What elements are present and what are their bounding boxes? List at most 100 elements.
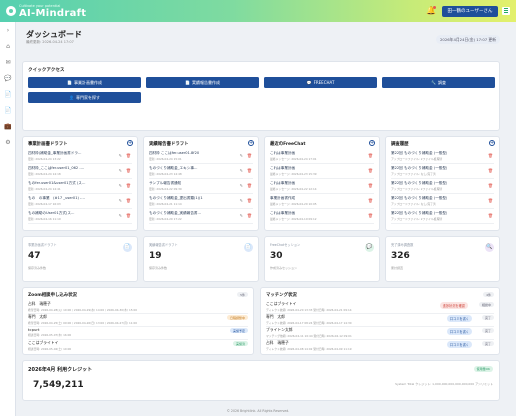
stat-report-drafts[interactable]: 実績報告書ドラフト 19 保存済み件数 📄 (143, 236, 259, 282)
write-review-button[interactable]: 口コミを書く (446, 341, 472, 348)
delete-icon[interactable]: 🗑 (488, 168, 493, 173)
item-sub: アップロードファイル: 2ファイル処理済 (391, 157, 443, 161)
edit-icon[interactable]: ✎ (119, 183, 122, 188)
list-item[interactable]: 第22回 ものづくり補助金 (一般型) アップロードファイル: なし/完了済 🗑 (391, 165, 494, 179)
list-item[interactable]: もの の事業 (#17 _user01) -… 更新: 2026-04-17 16… (28, 195, 132, 209)
delete-icon[interactable]: 🗑 (126, 153, 131, 158)
delete-icon[interactable]: 🗑 (126, 198, 131, 203)
list-item[interactable]: 占科 瑞穂子 希望日時: 2026-04-28(火) 10:00 / 2026-0… (28, 301, 248, 314)
list-item[interactable]: 四材枠_ここはfer.user01_062 -… 更新: 2026-04-24 1… (28, 165, 132, 179)
user-icon: 👤 (69, 95, 74, 100)
delete-icon[interactable]: 🗑 (368, 168, 373, 173)
delete-icon[interactable]: 🗑 (126, 183, 131, 188)
delete-icon[interactable]: 🗑 (368, 153, 373, 158)
add-icon[interactable]: + (248, 140, 254, 146)
item-title: これは事業計画 (270, 166, 296, 170)
stat-research[interactable]: 完了済み調査数 326 累計調査 🔍 (385, 236, 500, 282)
delete-icon[interactable]: 🗑 (488, 198, 493, 203)
edit-icon[interactable]: ✎ (119, 213, 122, 218)
logo[interactable]: Cultivate your potential AI-Mindraft (6, 4, 86, 19)
list-item[interactable]: 専門 太郎 ディレクト依頼: 2026-04-17 08:24 受付日時: 202… (266, 314, 494, 327)
delete-icon[interactable]: 🗑 (247, 168, 252, 173)
edit-icon[interactable]: ✎ (240, 198, 243, 203)
delete-icon[interactable]: 🗑 (368, 183, 373, 188)
list-item[interactable]: 第22回 ものづくり補助金 (一般型) アップロードファイル: 2ファイル処理済 🗑 (391, 150, 494, 164)
user-menu-button[interactable]: 田一鶴のユーザーさん (442, 5, 498, 17)
add-icon[interactable]: + (369, 140, 375, 146)
list-item[interactable]: ものfer.user01&user01方式 (ス… 更新: 2026-04-24 … (28, 180, 132, 194)
item-sub: 最終メッセージ: 2026-04-20 10:05 (270, 202, 317, 206)
list-item[interactable]: 事業計画書作成 最終メッセージ: 2026-04-20 10:05 🗑 (270, 195, 374, 209)
write-review-button[interactable]: 口コミを書く (446, 328, 472, 335)
add-icon[interactable]: + (489, 140, 495, 146)
item-sub: アップロードファイル: 2ファイル処理済 (391, 217, 443, 221)
edit-icon[interactable]: ✎ (119, 198, 122, 203)
list-item[interactable]: これは事業計画 最終メッセージ: 2026-04-22 12:14 🗑 (270, 180, 374, 194)
list-item[interactable]: 四材枠 ここはfer.user01.8f20 更新: 2026-04-24 15:… (149, 150, 253, 164)
home-icon[interactable]: ⌂ (0, 38, 16, 54)
list-item[interactable]: ここはブライトイ 相談日時: 2026-05-02(土) 10:00 実施済 (28, 340, 248, 353)
list-item[interactable]: 占科 瑞穂子 ディレクト依頼: 2026-04-08 14:02 受付日時: 20… (266, 340, 494, 353)
document-icon[interactable]: 📄 (0, 86, 16, 102)
delete-icon[interactable]: 🗑 (488, 183, 493, 188)
delete-icon[interactable]: 🗑 (126, 213, 131, 218)
stat-plan-drafts[interactable]: 事業計画書ドラフト 47 保存済み件数 📄 (22, 236, 138, 282)
stat-chat-sessions[interactable]: FreeChatセッション 30 作成済みセッション 💬 (264, 236, 380, 282)
delete-icon[interactable]: 🗑 (488, 213, 493, 218)
list-item[interactable]: これは事業計画 最終メッセージ: 2026-04-24 17:01 🗑 (270, 150, 374, 164)
add-icon[interactable]: + (127, 140, 133, 146)
check-progress-button[interactable]: 進捗状況を確認 (439, 302, 468, 309)
list-item[interactable]: ものづくり補助金_実績報告書… 更新: 2026-04-20 17:22 ✎ 🗑 (149, 210, 253, 224)
delete-icon[interactable]: 🗑 (126, 168, 131, 173)
list-item[interactable]: 第22回 ものづくり補助金 (一般型) アップロードファイル: 2ファイル処理済 🗑 (391, 180, 494, 194)
edit-icon[interactable]: ✎ (240, 213, 243, 218)
list-item[interactable]: tcpurt 相談日時: 2026-05-07(木) 16:00 実施予定 (28, 327, 248, 340)
list-item[interactable]: ここはブライトイ ディレクト依頼: 2026-04-20 13:33 受付日時: … (266, 301, 494, 314)
delete-icon[interactable]: 🗑 (247, 183, 252, 188)
status-badge: 日程調整中 (226, 315, 248, 320)
edit-icon[interactable]: ✎ (119, 168, 122, 173)
consultant-name: 専門 太郎 (28, 314, 47, 319)
item-title: ものfer.user01&user01方式 (ス… (28, 181, 86, 185)
freechat-button[interactable]: 💬 FREECHAT (264, 77, 377, 88)
write-review-button[interactable]: 口コミを書く (446, 315, 472, 322)
item-sub: 最終メッセージ: 2026-04-19 09:12 (270, 217, 317, 221)
list-item[interactable]: 第22回 ものづくり補助金 (一般型) アップロードファイル: なし/完了済 🗑 (391, 195, 494, 209)
delete-icon[interactable]: 🗑 (247, 153, 252, 158)
delete-icon[interactable]: 🗑 (247, 213, 252, 218)
research-button[interactable]: 🔧 調査 (382, 77, 495, 88)
gear-icon[interactable]: ⚙ (0, 134, 16, 150)
delete-icon[interactable]: 🗑 (247, 198, 252, 203)
menu-icon[interactable] (502, 7, 510, 15)
edit-icon[interactable]: ✎ (240, 153, 243, 158)
edit-icon[interactable]: ✎ (240, 183, 243, 188)
report-button[interactable]: 📄 実績報告書作成 (146, 77, 259, 88)
list-item[interactable]: サンプル報告書通知 更新: 2026-04-22 09:30 ✎ 🗑 (149, 180, 253, 194)
bell-icon[interactable]: 🔔 (426, 6, 436, 16)
list-item[interactable]: 専門 太郎 希望日時: 2026-04-25(土) 09:00 / 2026-04… (28, 314, 248, 327)
list-item[interactable]: 四材枠(補助金_事業計画書ドラ… 更新: 2026-04-24 13:22 ✎ 🗑 (28, 150, 132, 164)
find-expert-button[interactable]: 👤 専門家を探す (28, 92, 141, 103)
delete-icon[interactable]: 🗑 (488, 153, 493, 158)
list-item[interactable]: ものづくり補助金_提出書類(1)(1 更新: 2026-04-21 11:14 ✎ 🗑 (149, 195, 253, 209)
document-icon[interactable]: 📄 (0, 102, 16, 118)
list-item[interactable]: ブライトン太郎 マッチング依頼: 2026-04-11 10:44 受付日時: 2… (266, 327, 494, 340)
briefcase-icon[interactable]: 💼 (0, 118, 16, 134)
delete-icon[interactable]: 🗑 (368, 213, 373, 218)
list-item[interactable]: これは事業計画 最終メッセージ: 2026-04-19 09:12 🗑 (270, 210, 374, 224)
business-plan-button[interactable]: 📄 事業計画書作成 (28, 77, 141, 88)
list-item[interactable]: もの補助のUser01方式(ス… 更新: 2026-04-16 11:19 ✎ 🗑 (28, 210, 132, 224)
edit-icon[interactable]: ✎ (119, 153, 122, 158)
item-title: 四材枠_ここはfer.user01_062 -… (28, 166, 85, 170)
delete-icon[interactable]: 🗑 (368, 198, 373, 203)
list-item[interactable]: 第22回 ものづくり補助金 (一般型) アップロードファイル: 2ファイル処理済 🗑 (391, 210, 494, 224)
chevron-right-icon[interactable]: › (0, 22, 16, 38)
message-icon[interactable]: ✉ (0, 54, 16, 70)
chat-icon[interactable]: 💬 (0, 70, 16, 86)
matching-status-card: マッチング状況 4件 ここはブライトイ ディレクト依頼: 2026-04-20 1… (260, 287, 500, 355)
item-title: ものづくり補助金_エキシ事… (149, 166, 198, 170)
list-item[interactable]: これは事業計画 最終メッセージ: 2026-04-23 15:39 🗑 (270, 165, 374, 179)
stat-value: 326 (391, 251, 410, 261)
list-item[interactable]: ものづくり補助金_エキシ事… 更新: 2026-04-23 14:48 ✎ 🗑 (149, 165, 253, 179)
edit-icon[interactable]: ✎ (240, 168, 243, 173)
